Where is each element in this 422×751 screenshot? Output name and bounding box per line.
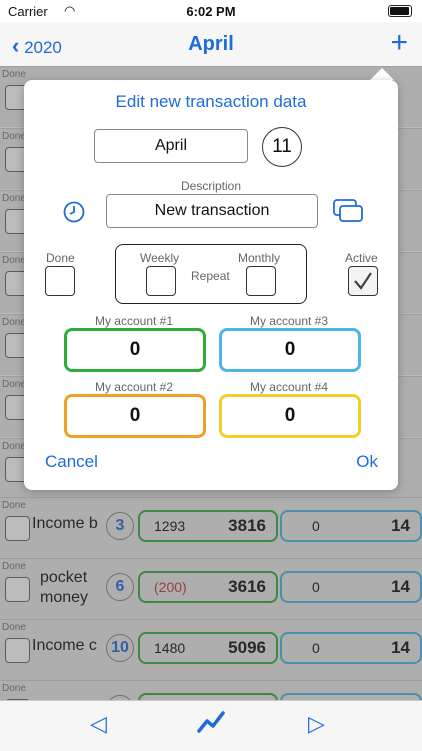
add-button[interactable]: + [390,26,408,60]
description-label: Description [180,179,242,193]
done-label: Done [46,251,75,265]
day-field[interactable]: 11 [262,127,302,167]
battery-icon [388,5,412,17]
active-label: Active [345,251,378,265]
tab-bar: ◁ ▷ [0,700,422,751]
status-bar: Carrier ◠ 6:02 PM [0,0,422,22]
account-3-input[interactable]: 0 [219,328,361,372]
active-checkbox[interactable] [348,266,378,296]
popover-arrow [370,68,394,80]
copy-icon[interactable] [332,198,364,229]
clock-icon[interactable] [62,200,86,229]
weekly-label: Weekly [140,251,180,265]
repeat-label: Repeat [191,269,230,283]
page-title: April [188,33,234,55]
account-2-label: My account #2 [94,380,174,394]
checkmark-icon [354,272,372,290]
edit-transaction-dialog: Edit new transaction data April 11 Descr… [24,80,398,490]
weekly-checkbox[interactable] [146,266,176,296]
done-checkbox[interactable] [45,266,75,296]
chart-icon[interactable] [196,709,226,740]
account-2-input[interactable]: 0 [64,394,206,438]
monthly-label: Monthly [238,251,281,265]
next-icon[interactable]: ▷ [308,711,325,737]
previous-icon[interactable]: ◁ [90,711,107,737]
account-4-input[interactable]: 0 [219,394,361,438]
account-4-label: My account #4 [249,380,329,394]
status-time: 6:02 PM [186,4,236,19]
description-input[interactable]: New transaction [106,194,318,228]
month-field[interactable]: April [94,129,248,163]
account-3-label: My account #3 [249,314,329,328]
dialog-title: Edit new transaction data [115,92,307,111]
account-1-label: My account #1 [94,314,174,328]
account-1-input[interactable]: 0 [64,328,206,372]
cancel-button[interactable]: Cancel [45,452,98,472]
monthly-checkbox[interactable] [246,266,276,296]
ok-button[interactable]: Ok [356,452,378,472]
